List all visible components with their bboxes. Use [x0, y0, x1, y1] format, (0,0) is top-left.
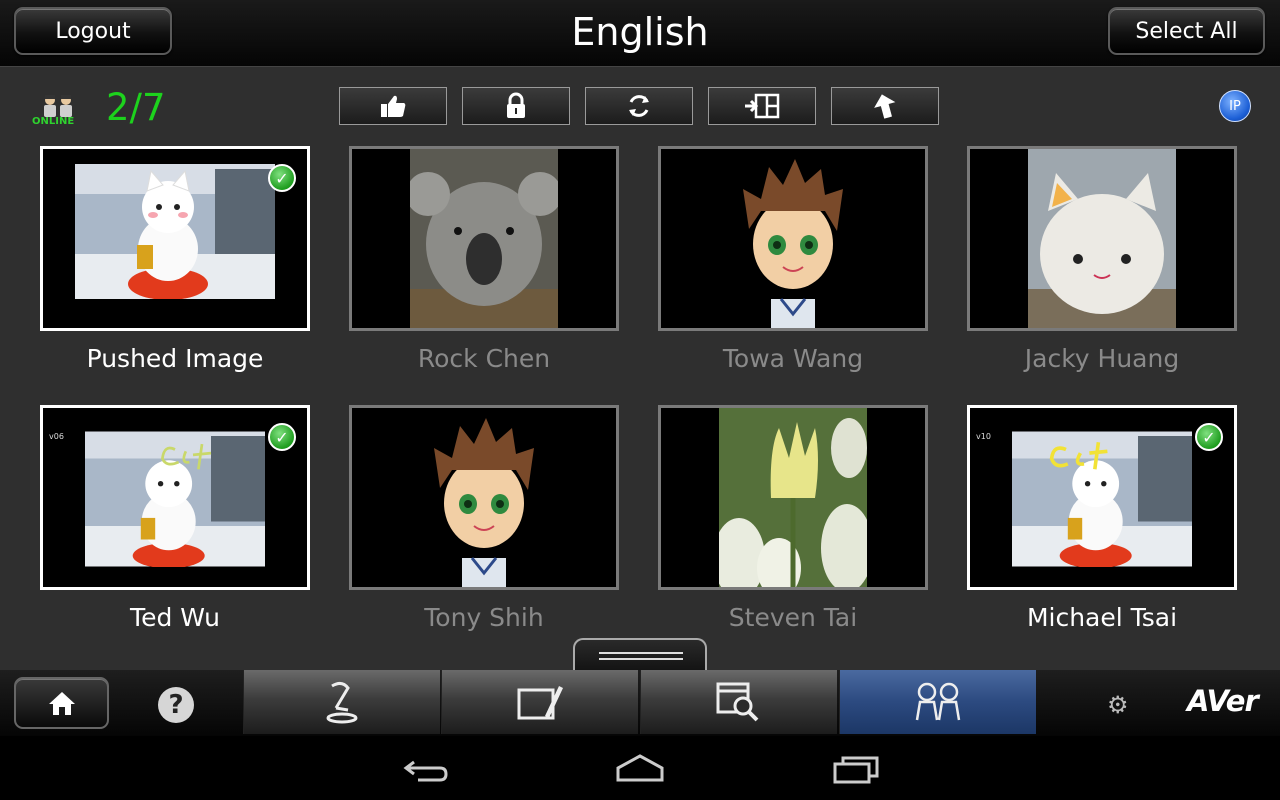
lucky-cat-annotated-thumbnail — [1012, 431, 1192, 567]
aver-logo: AVer — [1187, 684, 1259, 718]
online-count: 2/7 — [106, 86, 166, 129]
split-view-icon — [745, 93, 780, 119]
drawer-handle[interactable] — [573, 638, 707, 674]
selected-check-icon: ✓ — [1195, 423, 1223, 451]
thumbs-up-icon — [381, 95, 406, 117]
settings-gear-icon[interactable]: ⚙ — [1107, 691, 1129, 719]
home-nav-icon[interactable] — [610, 750, 670, 786]
boy-avatar-thumbnail — [721, 149, 865, 328]
lock-icon — [507, 92, 525, 118]
tile-name: Rock Chen — [417, 344, 551, 373]
refresh-button[interactable] — [585, 87, 693, 125]
handle-line — [599, 658, 683, 660]
students-icon — [915, 682, 961, 721]
student-tile-towa-wang[interactable] — [658, 146, 928, 331]
back-icon[interactable] — [394, 750, 454, 786]
tile-name: Michael Tsai — [1026, 603, 1178, 632]
student-tile-rock-chen[interactable] — [349, 146, 619, 331]
select-all-button[interactable]: Select All — [1108, 7, 1265, 55]
tulip-thumbnail — [719, 408, 867, 587]
like-button[interactable] — [339, 87, 447, 125]
tile-name: Jacky Huang — [1024, 344, 1180, 373]
tile-name: Pushed Image — [86, 344, 264, 373]
boy-avatar-thumbnail — [412, 408, 556, 587]
refresh-icon — [629, 95, 649, 117]
lucky-cat-thumbnail — [75, 164, 275, 299]
selected-check-icon: ✓ — [268, 164, 296, 192]
home-button[interactable] — [14, 677, 109, 729]
tab-browser-search[interactable] — [640, 670, 837, 734]
student-tile-steven-tai[interactable] — [658, 405, 928, 590]
tile-name: Towa Wang — [722, 344, 864, 373]
upload-button[interactable] — [831, 87, 939, 125]
home-icon — [48, 692, 75, 715]
browser-search-icon — [716, 682, 759, 722]
student-tile-jacky-huang[interactable] — [967, 146, 1237, 331]
version-label: v06 — [49, 432, 64, 441]
tab-annotation[interactable] — [441, 670, 638, 734]
tile-name: Ted Wu — [130, 603, 220, 632]
split-view-button[interactable] — [708, 87, 816, 125]
version-label: v10 — [976, 432, 991, 441]
online-label: ONLINE — [32, 116, 75, 127]
tile-name: Steven Tai — [728, 603, 858, 632]
upload-arrow-icon — [874, 94, 896, 119]
help-button[interactable]: ? — [158, 687, 194, 723]
tab-document-camera[interactable] — [243, 670, 440, 734]
lucky-cat-annotated-thumbnail — [85, 431, 265, 567]
recent-apps-icon[interactable] — [827, 750, 887, 786]
tile-name: Tony Shih — [424, 603, 544, 632]
ip-button[interactable]: IP — [1219, 90, 1251, 122]
student-tile-tony-shih[interactable] — [349, 405, 619, 590]
student-tile-ted-wu[interactable]: v06 ✓ — [40, 405, 310, 590]
student-tile-pushed-image[interactable]: ✓ — [40, 146, 310, 331]
koala-thumbnail — [410, 149, 558, 328]
top-bar: Logout English Select All — [0, 0, 1280, 67]
lock-button[interactable] — [462, 87, 570, 125]
student-tile-michael-tsai[interactable]: v10 ✓ — [967, 405, 1237, 590]
document-camera-icon — [326, 681, 358, 724]
annotation-icon — [517, 686, 563, 720]
handle-line — [599, 652, 683, 654]
page-title: English — [571, 10, 709, 54]
white-cat-thumbnail — [1028, 149, 1176, 328]
tab-students[interactable] — [839, 670, 1036, 734]
selected-check-icon: ✓ — [268, 423, 296, 451]
